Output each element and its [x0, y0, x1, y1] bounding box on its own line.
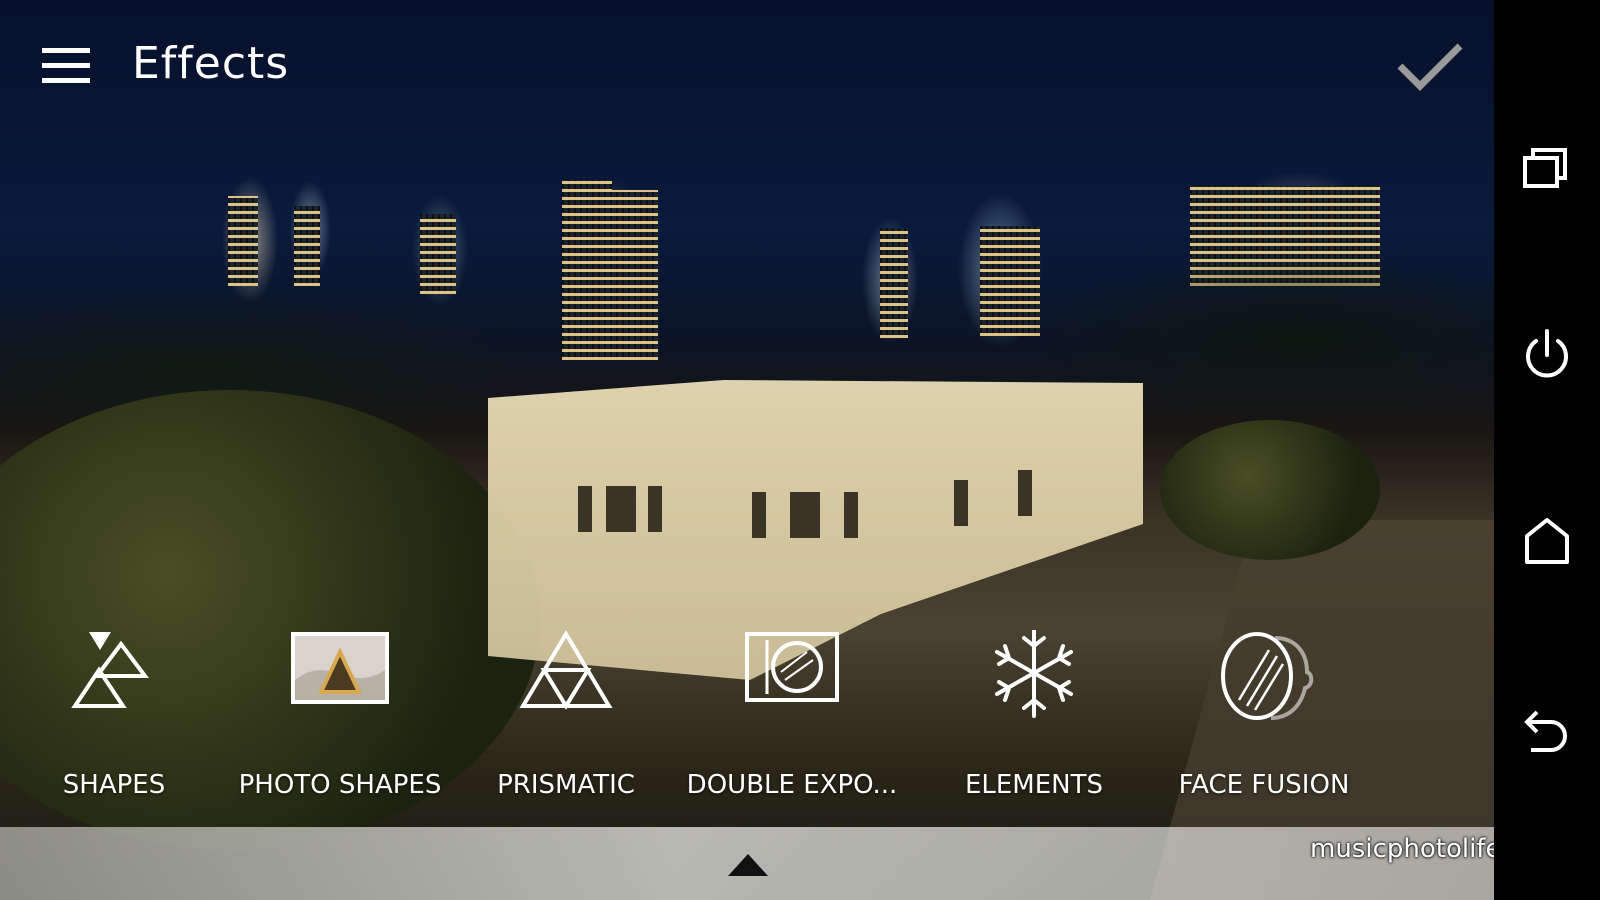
snowflake-icon	[995, 630, 1073, 718]
window	[606, 486, 636, 532]
double-exposure-icon	[745, 632, 839, 702]
menu-button[interactable]	[38, 46, 90, 86]
back-button[interactable]	[1517, 700, 1577, 760]
effect-face-fusion[interactable]: FACE FUSION	[1164, 630, 1364, 810]
effect-label: PRISMATIC	[497, 770, 635, 800]
effect-shapes[interactable]: SHAPES	[14, 630, 214, 810]
home-icon	[1525, 518, 1569, 564]
window	[578, 486, 592, 532]
effect-photo-shapes[interactable]: PHOTO SHAPES	[239, 630, 441, 810]
effect-label: FACE FUSION	[1178, 770, 1350, 800]
checkmark-icon	[1397, 43, 1463, 91]
window	[1018, 470, 1032, 516]
power-icon	[1526, 329, 1568, 378]
system-nav-bar	[1494, 0, 1600, 900]
effect-elements[interactable]: ELEMENTS	[934, 630, 1134, 810]
window	[954, 480, 968, 526]
window	[752, 492, 766, 538]
triangle-up-icon	[728, 854, 768, 876]
hamburger-menu-icon	[42, 78, 90, 83]
face-fusion-icon	[1221, 632, 1314, 720]
effects-carousel: SHAPES PHOTO SHAPES PRISMATIC DOUBLE EXP…	[0, 630, 1494, 810]
back-icon	[1524, 710, 1567, 752]
recent-apps-icon	[1523, 148, 1567, 188]
hamburger-menu-icon	[42, 48, 90, 53]
effect-label: PHOTO SHAPES	[238, 770, 442, 800]
effect-label: ELEMENTS	[964, 770, 1104, 800]
power-button[interactable]	[1517, 325, 1577, 385]
prismatic-icon	[519, 630, 613, 710]
window	[790, 492, 820, 538]
window	[844, 492, 858, 538]
home-button[interactable]	[1517, 512, 1577, 572]
confirm-button[interactable]	[1394, 40, 1466, 96]
effect-double-exposure[interactable]: DOUBLE EXPO...	[687, 630, 897, 810]
effect-label: SHAPES	[62, 770, 166, 800]
watermark: musicphotolife.com	[1310, 834, 1494, 864]
effect-prismatic[interactable]: PRISMATIC	[466, 630, 666, 810]
camera-preview: Effects SHAPES PHOTO SHAPES PRISMATIC DO…	[0, 0, 1494, 900]
tree	[1160, 420, 1380, 560]
window	[648, 486, 662, 532]
recent-apps-button[interactable]	[1517, 138, 1577, 198]
effect-label: DOUBLE EXPO...	[686, 770, 898, 800]
shapes-icon	[71, 632, 149, 708]
expand-panel-button[interactable]	[726, 852, 770, 878]
photo-shapes-icon	[291, 632, 389, 704]
hamburger-menu-icon	[42, 63, 90, 68]
page-title: Effects	[132, 38, 290, 89]
